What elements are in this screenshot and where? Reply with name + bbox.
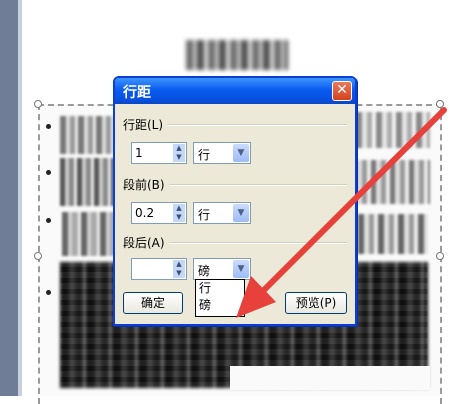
resize-handle[interactable]: [436, 252, 444, 260]
unit-dropdown-list[interactable]: 行 磅: [195, 279, 245, 317]
window-left-edge-highlight: [18, 0, 22, 396]
line-spacing-unit-combo[interactable]: 行 ▼: [193, 142, 251, 164]
line-spacing-label: 行距(L): [123, 116, 168, 133]
bullet-marker: [46, 170, 51, 175]
space-before-spinbox[interactable]: 0.2 ▲ ▼: [131, 202, 187, 224]
space-before-unit-combo[interactable]: 行 ▼: [193, 202, 251, 224]
document-title-blurred: [186, 40, 288, 70]
close-icon[interactable]: ✕: [332, 81, 352, 101]
line-spacing-value: 1: [135, 146, 143, 160]
space-after-spinbox[interactable]: ▲ ▼: [131, 258, 187, 280]
bullet-marker: [46, 124, 51, 129]
chevron-down-icon[interactable]: ▼: [233, 204, 249, 222]
space-after-unit-combo[interactable]: 磅 ▼: [193, 258, 251, 280]
space-before-unit: 行: [198, 208, 211, 222]
resize-handle[interactable]: [34, 252, 42, 260]
unit-option[interactable]: 行: [196, 280, 244, 297]
line-spacing-spinbox[interactable]: 1 ▲ ▼: [131, 142, 187, 164]
unit-option[interactable]: 磅: [196, 297, 244, 314]
space-before-label: 段前(B): [123, 176, 169, 193]
window-left-edge: [0, 0, 18, 396]
spin-arrows-icon[interactable]: ▲ ▼: [173, 260, 185, 278]
ok-button[interactable]: 确定: [123, 292, 183, 314]
chevron-down-icon[interactable]: ▼: [233, 144, 249, 162]
resize-handle[interactable]: [34, 100, 42, 108]
space-after-unit: 磅: [198, 264, 211, 278]
line-spacing-unit: 行: [198, 148, 211, 162]
chevron-down-icon[interactable]: ▼: [233, 260, 249, 278]
bullet-marker: [46, 290, 51, 295]
preview-button[interactable]: 预览(P): [285, 292, 347, 314]
dialog-title: 行距: [123, 85, 151, 101]
space-after-label: 段后(A): [123, 234, 169, 251]
spin-arrows-icon[interactable]: ▲ ▼: [173, 204, 185, 222]
bullet-marker: [46, 218, 51, 223]
spin-arrows-icon[interactable]: ▲ ▼: [173, 144, 185, 162]
resize-handle[interactable]: [436, 100, 444, 108]
space-before-value: 0.2: [135, 206, 155, 220]
dialog-titlebar[interactable]: 行距 ✕: [115, 78, 355, 104]
